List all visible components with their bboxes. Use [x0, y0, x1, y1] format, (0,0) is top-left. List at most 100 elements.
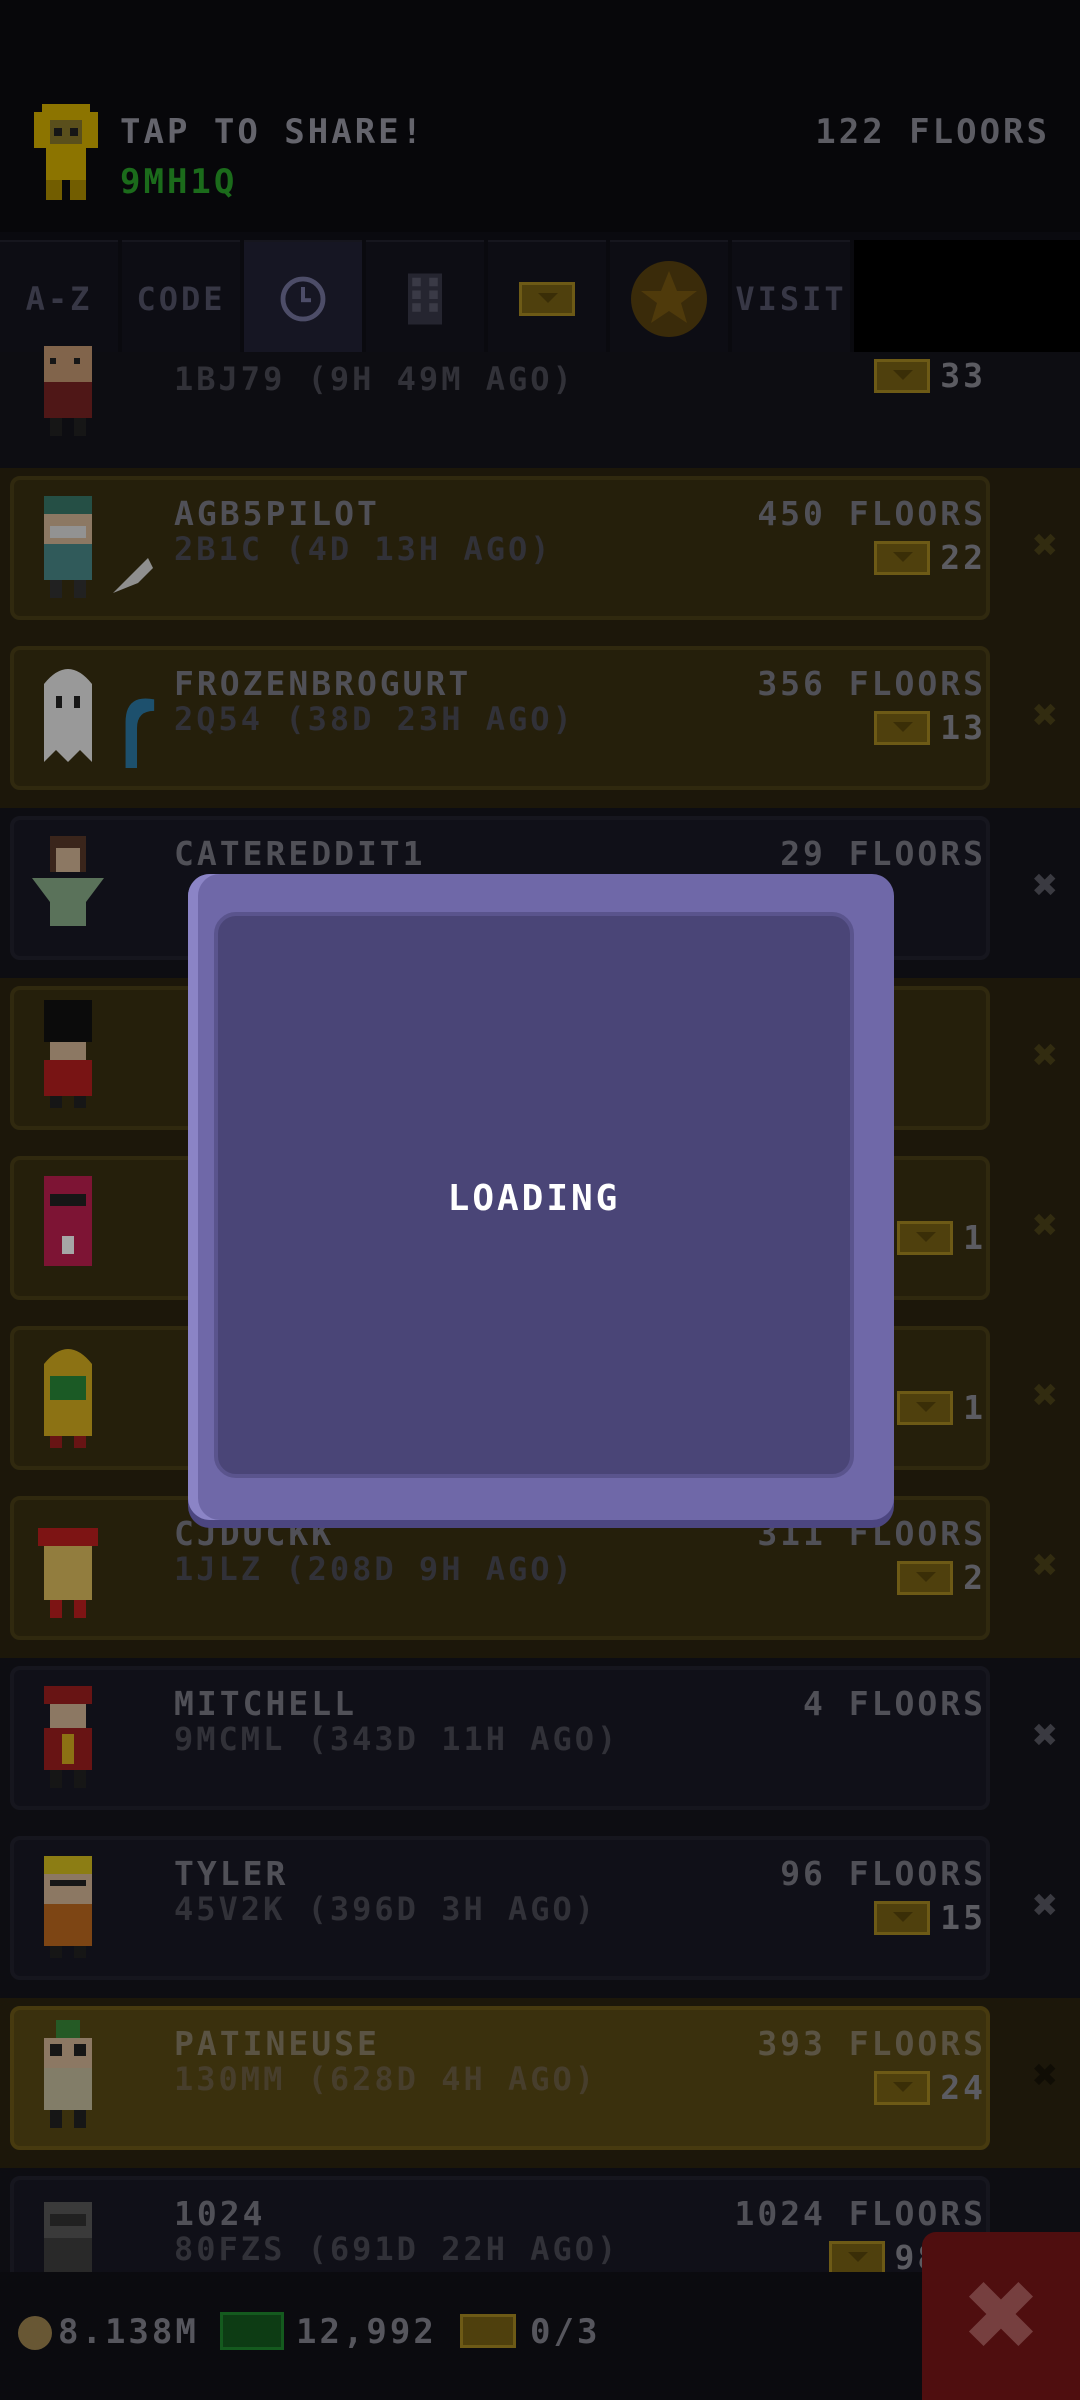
friend-floors: 356 FLOORS: [757, 664, 986, 703]
pet-icon: [125, 698, 155, 768]
loading-dialog: LOADING: [188, 874, 894, 1520]
tab-floors[interactable]: [366, 240, 484, 356]
close-button[interactable]: ✖: [922, 2232, 1080, 2400]
friend-code-time: 9MCML (343D 11H AGO): [174, 1720, 620, 1758]
friend-bux-count: 15: [940, 1898, 986, 1937]
friend-code-time: 130MM (628D 4H AGO): [174, 2060, 598, 2098]
friend-bux-count: 33: [940, 356, 986, 395]
avatar: [44, 1176, 92, 1266]
list-item[interactable]: TYLER 45V2K (396D 3H AGO) 96 FLOORS 15 ✖: [0, 1828, 1080, 1998]
avatar: [44, 496, 92, 598]
avatar: [44, 1686, 92, 1788]
remove-friend-button[interactable]: ✖: [1033, 1370, 1058, 1419]
clock-icon: [280, 276, 326, 322]
list-item[interactable]: PATINEUSE 130MM (628D 4H AGO) 393 FLOORS…: [0, 1998, 1080, 2168]
friend-bux: 13: [874, 708, 986, 747]
friend-name: FROZENBROGURT: [174, 664, 472, 703]
friend-bux-count: 1: [963, 1388, 986, 1427]
friend-bux-count: 22: [940, 538, 986, 577]
bux-ticket-icon: [897, 1220, 954, 1255]
friend-code-time: 2Q54 (38D 23H AGO): [174, 700, 575, 738]
friend-code-time: 1JLZ (208D 9H AGO): [174, 1550, 575, 1588]
remove-friend-button[interactable]: ✖: [1033, 1880, 1058, 1929]
star-icon: [631, 261, 707, 337]
avatar: [44, 1349, 92, 1448]
list-item[interactable]: MITCHELL 9MCML (343D 11H AGO) 4 FLOORS ✖: [0, 1658, 1080, 1828]
list-item[interactable]: AGB5PILOT 2B1C (4D 13H AGO) 450 FLOORS 2…: [0, 468, 1080, 638]
friend-name: PATINEUSE: [174, 2024, 380, 2063]
friend-floors: 393 FLOORS: [757, 2024, 986, 2063]
currency-bar: 8.138M 12,992 0/3: [0, 2272, 1080, 2400]
share-label[interactable]: TAP TO SHARE!: [120, 112, 425, 152]
friend-bux: 33: [874, 356, 986, 395]
tab-recent[interactable]: [244, 240, 362, 356]
bux-ticket-icon: [874, 540, 931, 575]
loading-dialog-body: LOADING: [214, 912, 854, 1478]
friend-bux: 1: [897, 1218, 986, 1257]
remove-friend-button[interactable]: ✖: [1033, 690, 1058, 739]
avatar: [44, 669, 92, 762]
bux-ticket-icon: [897, 1560, 954, 1595]
friend-code-time: 80FZS (691D 22H AGO): [174, 2230, 620, 2268]
remove-friend-button[interactable]: ✖: [1033, 1200, 1058, 1249]
friend-bux: 1: [897, 1388, 986, 1427]
coin-icon: [18, 2316, 52, 2350]
ticket-count: 0/3: [530, 2312, 601, 2352]
avatar: [38, 1528, 98, 1618]
pet-icon: [113, 558, 153, 593]
friend-name: 1024: [174, 2194, 266, 2233]
remove-friend-button[interactable]: ✖: [1033, 1540, 1058, 1589]
sort-tabs: A-Z CODE VISIT: [0, 240, 1080, 356]
tab-bux[interactable]: [488, 240, 606, 356]
bux-ticket-icon: [874, 1900, 931, 1935]
friend-bux-count: 1: [963, 1218, 986, 1257]
bux-ticket-icon: [519, 282, 575, 316]
bux-bill-icon: [220, 2312, 284, 2350]
friend-bux: 2: [897, 1558, 986, 1597]
tab-visit[interactable]: VISIT: [732, 240, 850, 356]
friend-name: AGB5PILOT: [174, 494, 380, 533]
avatar: [44, 1856, 92, 1958]
tab-code-label: CODE: [136, 280, 226, 318]
friend-floors: 96 FLOORS: [780, 1854, 986, 1893]
vip-ticket-icon: [460, 2314, 516, 2348]
bux-ticket-icon: [828, 2240, 885, 2275]
close-icon: ✖: [960, 2260, 1042, 2372]
friend-name: MITCHELL: [174, 1684, 357, 1723]
friend-floors: 1024 FLOORS: [734, 2194, 986, 2233]
friend-code-time: 2B1C (4D 13H AGO): [174, 530, 553, 568]
tabs-spacer: [854, 240, 1080, 356]
loading-text: LOADING: [447, 1178, 621, 1219]
friend-floors: 450 FLOORS: [757, 494, 986, 533]
friend-bux: 22: [874, 538, 986, 577]
tab-code[interactable]: CODE: [122, 240, 240, 356]
friend-floors: 4 FLOORS: [803, 1684, 986, 1723]
share-code: 9MH1Q: [120, 162, 238, 202]
remove-friend-button[interactable]: ✖: [1033, 2050, 1058, 2099]
friend-name: CATEREDDIT1: [174, 834, 426, 873]
screen: { "header": { "share_label": "TAP TO SHA…: [0, 0, 1080, 2400]
avatar: [44, 1000, 92, 1108]
friend-name: TYLER: [174, 1854, 289, 1893]
remove-friend-button[interactable]: ✖: [1033, 860, 1058, 909]
tab-visit-label: VISIT: [735, 280, 847, 318]
bux-ticket-icon: [874, 710, 931, 745]
building-icon: [408, 273, 442, 325]
list-item[interactable]: 1BJ79 (9H 49M AGO) 33: [0, 346, 1080, 472]
player-avatar-icon: [34, 104, 98, 200]
remove-friend-button[interactable]: ✖: [1033, 1710, 1058, 1759]
friend-bux-count: 24: [940, 2068, 986, 2107]
bux-count: 12,992: [296, 2312, 437, 2352]
friend-bux: 24: [874, 2068, 986, 2107]
share-header[interactable]: TAP TO SHARE! 9MH1Q 122 FLOORS: [0, 0, 1080, 232]
friend-code-time: 45V2K (396D 3H AGO): [174, 1890, 598, 1928]
remove-friend-button[interactable]: ✖: [1033, 1030, 1058, 1079]
friend-floors: 29 FLOORS: [780, 834, 986, 873]
coin-count: 8.138M: [58, 2312, 199, 2352]
tab-favorites[interactable]: [610, 240, 728, 356]
remove-friend-button[interactable]: ✖: [1033, 520, 1058, 569]
bux-ticket-icon: [874, 358, 931, 393]
list-item[interactable]: FROZENBROGURT 2Q54 (38D 23H AGO) 356 FLO…: [0, 638, 1080, 808]
avatar: [44, 346, 92, 436]
tab-a-z-label: A-Z: [25, 280, 93, 318]
